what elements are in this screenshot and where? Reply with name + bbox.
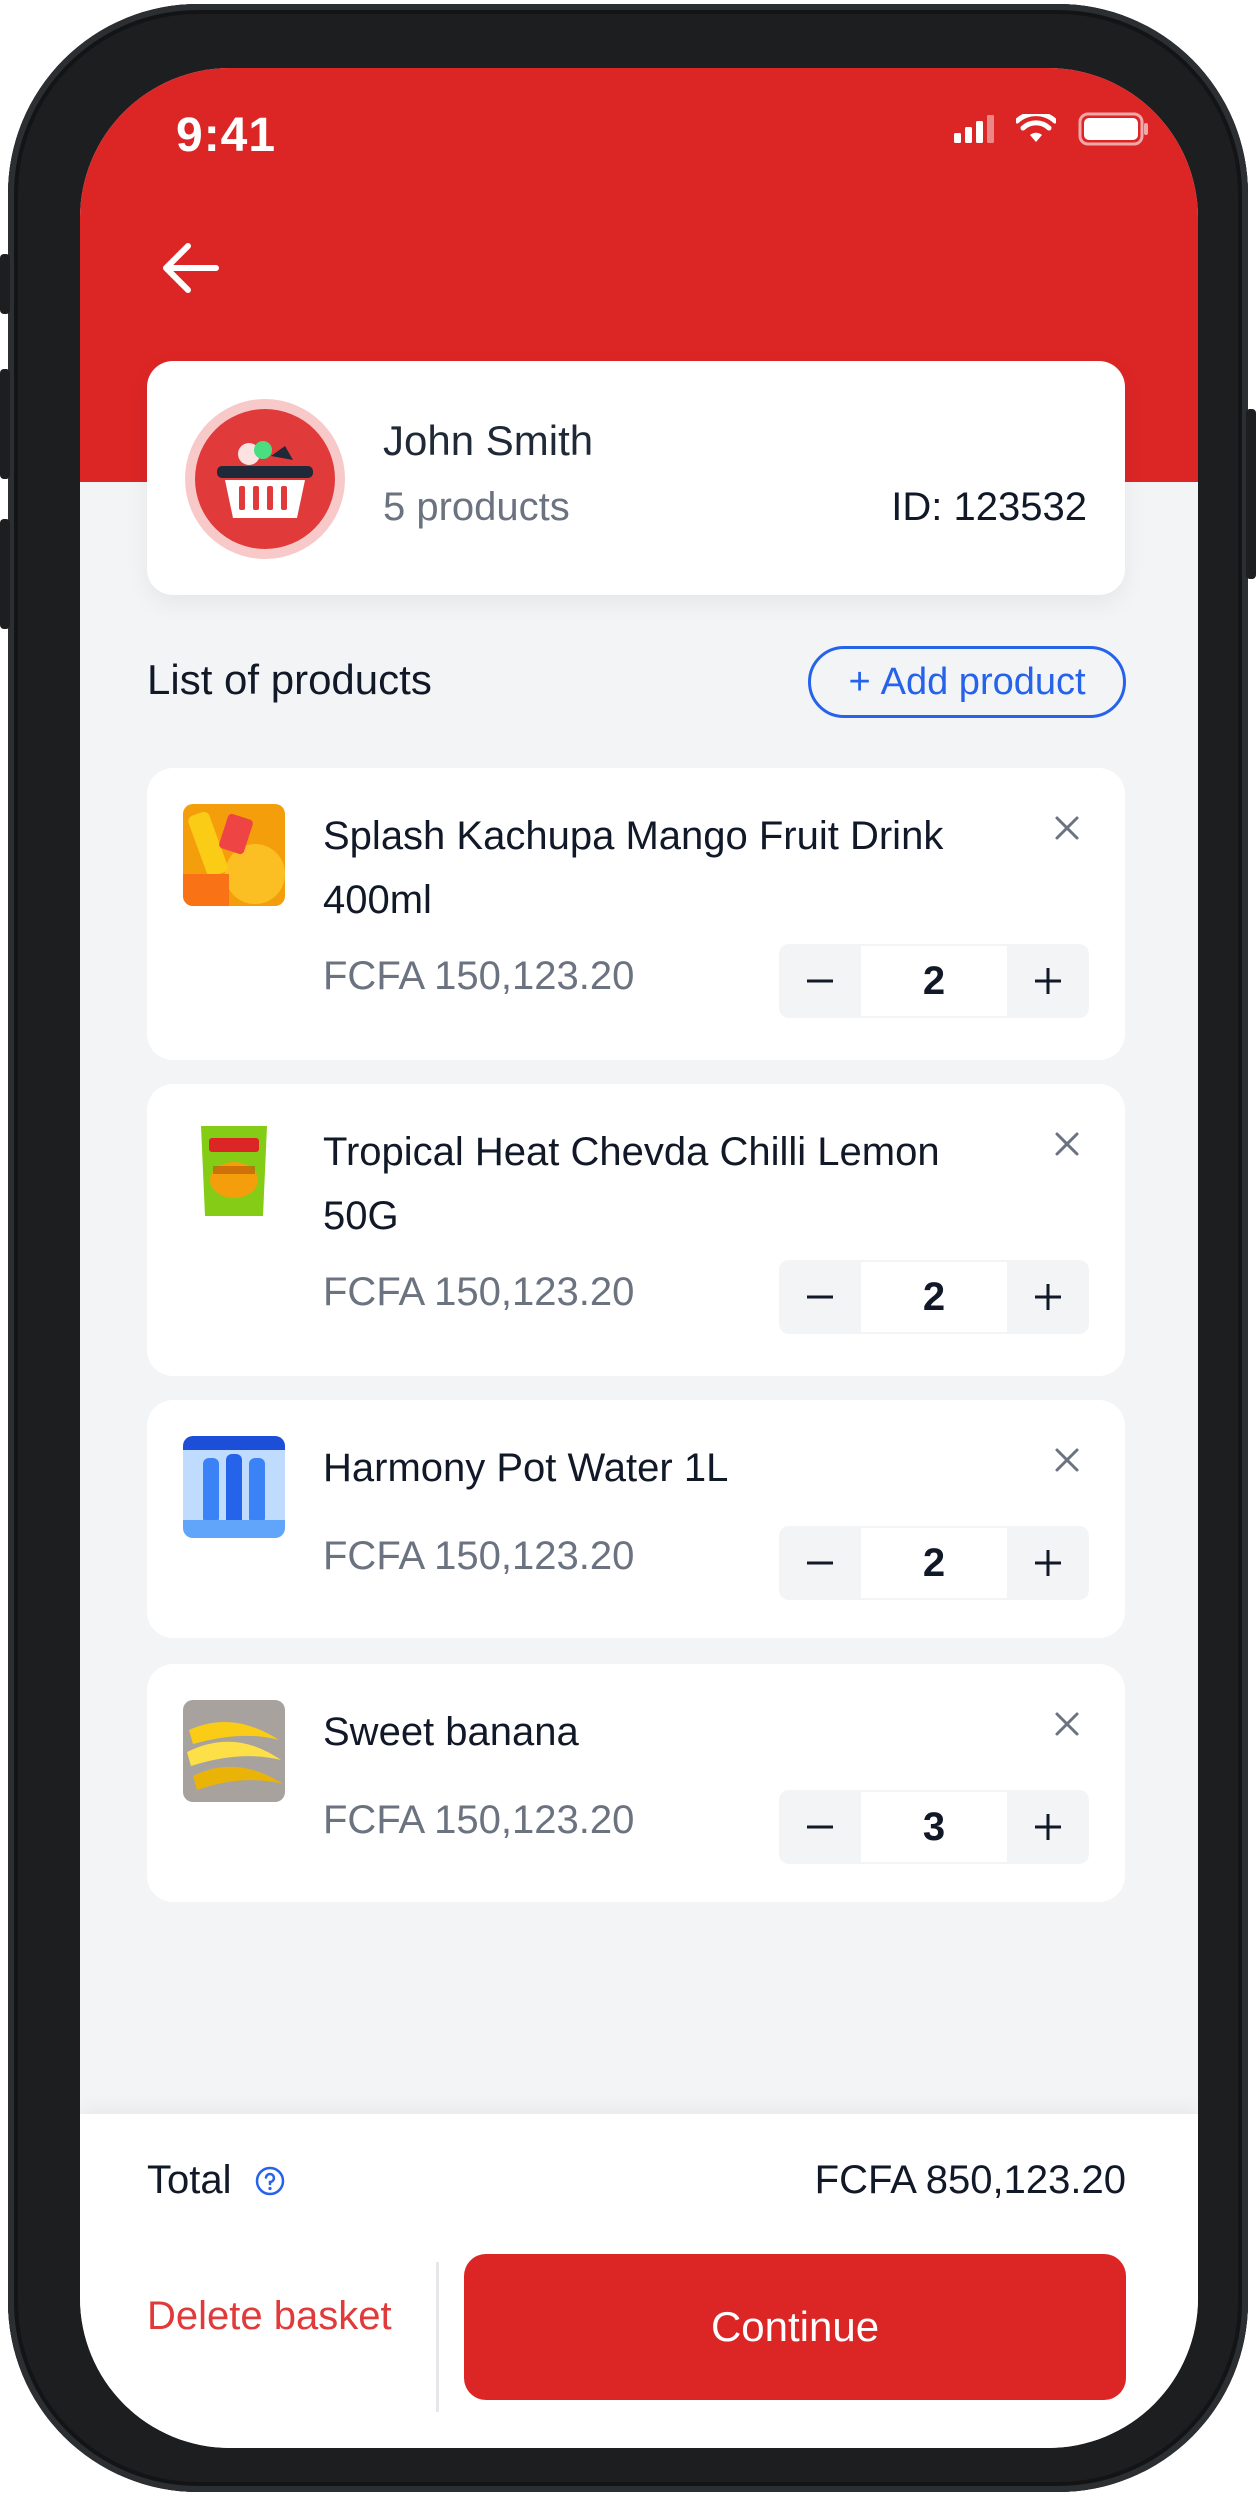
plus-icon bbox=[1035, 1814, 1061, 1840]
arrow-left-icon bbox=[163, 243, 219, 293]
volume-down-button bbox=[0, 519, 10, 629]
product-card: Tropical Heat Chevda Chilli Lemon 50G FC… bbox=[147, 1084, 1125, 1376]
product-image-mango-drink bbox=[183, 804, 285, 906]
products-count: 5 products bbox=[383, 485, 570, 529]
decrease-quantity-button[interactable] bbox=[779, 1790, 861, 1864]
close-icon bbox=[1055, 1448, 1079, 1472]
minus-icon bbox=[807, 1825, 833, 1829]
quantity-stepper: 2 bbox=[779, 944, 1089, 1018]
close-icon bbox=[1055, 816, 1079, 840]
remove-product-button[interactable] bbox=[1045, 1702, 1089, 1746]
phone-frame: 9:41 John Smith 5 products ID: 123532 Li… bbox=[0, 4, 1256, 2492]
status-time: 9:41 bbox=[176, 109, 277, 162]
battery-icon bbox=[1078, 112, 1148, 146]
quantity-stepper: 2 bbox=[779, 1526, 1089, 1600]
add-product-label: Add product bbox=[880, 660, 1086, 703]
add-product-button[interactable]: + Add product bbox=[808, 646, 1126, 718]
product-image-water-bottles bbox=[183, 1436, 285, 1538]
product-price: FCFA 150,123.20 bbox=[323, 1534, 635, 1578]
divider bbox=[436, 2262, 439, 2412]
quantity-stepper: 2 bbox=[779, 1260, 1089, 1334]
remove-product-button[interactable] bbox=[1045, 1122, 1089, 1166]
minus-icon bbox=[807, 1561, 833, 1565]
product-price: FCFA 150,123.20 bbox=[323, 1798, 635, 1842]
plus-icon bbox=[1035, 1550, 1061, 1576]
quantity-stepper: 3 bbox=[779, 1790, 1089, 1864]
product-price: FCFA 150,123.20 bbox=[323, 954, 635, 998]
wifi-icon bbox=[1016, 114, 1056, 142]
product-card: Harmony Pot Water 1L FCFA 150,123.20 2 bbox=[147, 1400, 1125, 1638]
power-button bbox=[1246, 409, 1256, 579]
total-value: FCFA 850,123.20 bbox=[814, 2158, 1126, 2202]
plus-icon bbox=[1035, 968, 1061, 994]
product-card: Sweet banana FCFA 150,123.20 3 bbox=[147, 1664, 1125, 1902]
basket-avatar bbox=[185, 399, 345, 559]
total-text: Total bbox=[147, 2158, 232, 2202]
customer-name: John Smith bbox=[383, 417, 594, 464]
product-image-bananas bbox=[183, 1700, 285, 1802]
increase-quantity-button[interactable] bbox=[1007, 1526, 1089, 1600]
quantity-value[interactable]: 2 bbox=[861, 1262, 1007, 1332]
product-name: Tropical Heat Chevda Chilli Lemon 50G bbox=[323, 1130, 940, 1238]
minus-icon bbox=[807, 1295, 833, 1299]
checkout-bar: Total FCFA 850,123.20 Delete basket Cont… bbox=[80, 2114, 1198, 2448]
remove-product-button[interactable] bbox=[1045, 806, 1089, 850]
shopping-basket-icon bbox=[217, 441, 313, 518]
app-screen: 9:41 John Smith 5 products ID: 123532 Li… bbox=[80, 68, 1198, 2448]
product-price: FCFA 150,123.20 bbox=[323, 1270, 635, 1314]
cellular-signal-icon bbox=[954, 115, 994, 143]
close-icon bbox=[1055, 1712, 1079, 1736]
volume-up-button bbox=[0, 369, 10, 479]
product-card: Splash Kachupa Mango Fruit Drink 400ml F… bbox=[147, 768, 1125, 1060]
decrease-quantity-button[interactable] bbox=[779, 944, 861, 1018]
product-name: Sweet banana bbox=[323, 1710, 579, 1754]
quantity-value[interactable]: 2 bbox=[861, 946, 1007, 1016]
decrease-quantity-button[interactable] bbox=[779, 1526, 861, 1600]
product-image-snack-pack bbox=[183, 1120, 285, 1222]
close-icon bbox=[1055, 1132, 1079, 1156]
quantity-value[interactable]: 2 bbox=[861, 1528, 1007, 1598]
help-circle-icon[interactable] bbox=[254, 2165, 286, 2197]
remove-product-button[interactable] bbox=[1045, 1438, 1089, 1482]
mute-switch bbox=[0, 254, 10, 314]
quantity-value[interactable]: 3 bbox=[861, 1792, 1007, 1862]
customer-card: John Smith 5 products ID: 123532 bbox=[147, 361, 1125, 595]
minus-icon bbox=[807, 979, 833, 983]
increase-quantity-button[interactable] bbox=[1007, 1260, 1089, 1334]
plus-icon bbox=[1035, 1284, 1061, 1310]
product-name: Splash Kachupa Mango Fruit Drink 400ml bbox=[323, 814, 944, 922]
customer-id: ID: 123532 bbox=[891, 485, 1087, 529]
status-icons bbox=[954, 112, 1150, 146]
plus-icon: + bbox=[848, 660, 871, 703]
continue-button[interactable]: Continue bbox=[464, 2254, 1126, 2400]
decrease-quantity-button[interactable] bbox=[779, 1260, 861, 1334]
increase-quantity-button[interactable] bbox=[1007, 944, 1089, 1018]
list-title: List of products bbox=[147, 656, 432, 703]
delete-basket-button[interactable]: Delete basket bbox=[147, 2294, 392, 2339]
product-name: Harmony Pot Water 1L bbox=[323, 1446, 729, 1490]
back-button[interactable] bbox=[150, 228, 230, 308]
increase-quantity-button[interactable] bbox=[1007, 1790, 1089, 1864]
total-label: Total bbox=[147, 2158, 286, 2203]
